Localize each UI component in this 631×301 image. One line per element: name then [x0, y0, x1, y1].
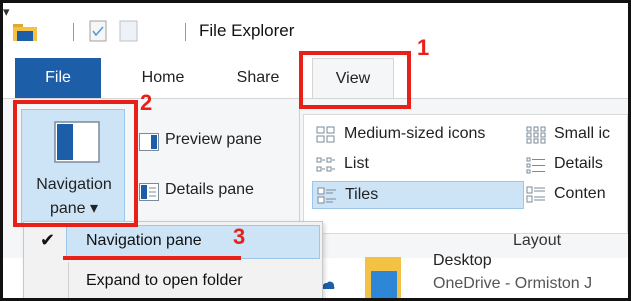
list-icon [316, 157, 335, 172]
annotation-number-3: 3 [233, 224, 246, 249]
tiles-label: Tiles [345, 186, 379, 203]
annotation-box-view-tab [299, 51, 411, 109]
annotation-box-navigation-pane [13, 100, 138, 227]
title-bar: ▾ File Explorer [3, 3, 628, 58]
preview-pane-label: Preview pane [165, 131, 262, 148]
customize-quick-access-dropdown[interactable]: ▾ [3, 4, 10, 19]
menu-item-label: Expand to open folder [86, 272, 243, 289]
content-label: Conten [554, 185, 606, 202]
properties-icon[interactable] [89, 20, 108, 42]
folder-icon [13, 24, 37, 41]
small-icons-icon [526, 126, 546, 144]
content-icon [526, 186, 545, 203]
checkmark-icon: ✔ [40, 230, 56, 250]
tab-file[interactable]: File [15, 58, 101, 98]
preview-pane-icon [139, 133, 159, 151]
details-icon [526, 157, 545, 174]
layout-tiles[interactable]: Tiles [312, 181, 524, 209]
small-icons-label: Small ic [554, 125, 611, 142]
screenshot-frame: ▾ File Explorer File Home Share View Nav… [0, 0, 631, 301]
annotation-number-1: 1 [417, 35, 430, 60]
annotation-number-2: 2 [140, 90, 153, 115]
details-pane-icon [139, 183, 159, 201]
preview-pane-button[interactable]: Preview pane [139, 131, 289, 153]
layout-group-label: Layout [513, 232, 562, 249]
details-pane-button[interactable]: Details pane [139, 181, 289, 203]
tiles-icon [317, 187, 336, 204]
tab-share[interactable]: Share [218, 58, 298, 98]
list-label: List [344, 155, 369, 172]
medium-icons-label: Medium-sized icons [344, 125, 486, 142]
menu-item-label: Navigation pane [86, 232, 202, 249]
details-pane-label: Details pane [165, 181, 254, 198]
layout-gallery: Medium-sized icons Small ic List Details… [303, 114, 628, 234]
details-label: Details [554, 155, 603, 172]
separator [73, 23, 74, 41]
medium-icons-icon [316, 126, 335, 143]
onedrive-cloud-icon [322, 281, 335, 289]
separator [185, 23, 186, 41]
ribbon-divider [299, 109, 300, 239]
tab-home[interactable]: Home [123, 58, 203, 98]
annotation-underline-navigation-pane-item [63, 256, 241, 260]
menu-item-navigation-pane[interactable]: ✔ Navigation pane [24, 225, 322, 259]
navigation-pane-menu: ✔ Navigation pane Expand to open folder [23, 221, 323, 298]
new-folder-icon[interactable] [119, 20, 141, 42]
window-title: File Explorer [199, 21, 295, 40]
desktop-item-label[interactable]: Desktop [433, 252, 492, 270]
menu-item-expand-to-open-folder[interactable]: Expand to open folder [24, 264, 322, 298]
onedrive-item-label[interactable]: OneDrive - Ormiston J [433, 275, 592, 293]
desktop-folder-icon [365, 257, 401, 298]
